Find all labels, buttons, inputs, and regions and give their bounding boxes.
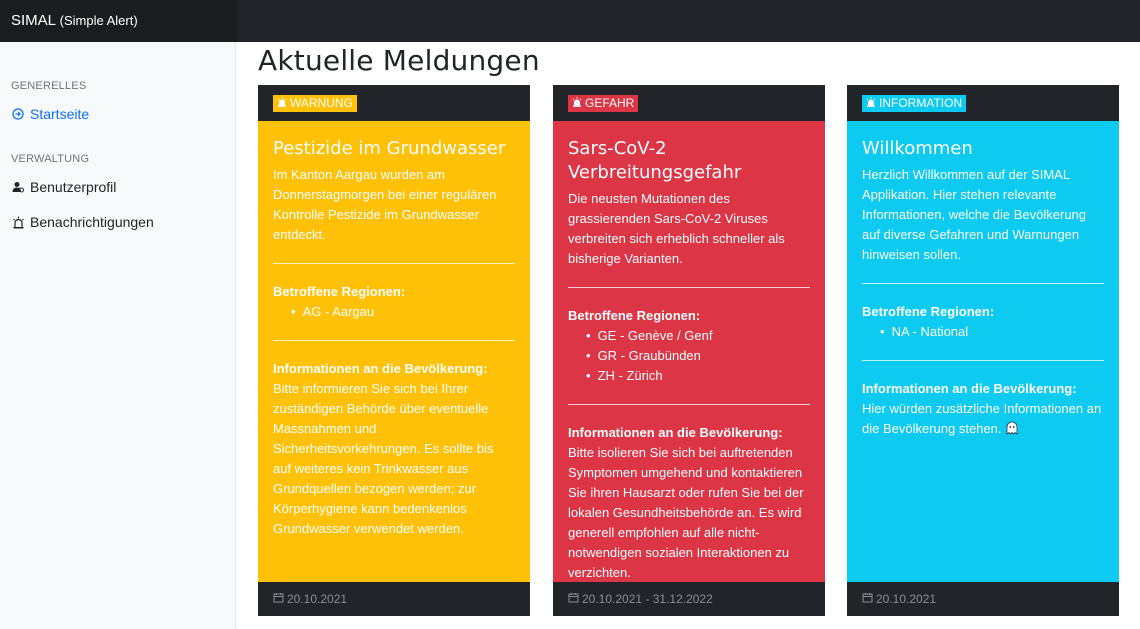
calendar-icon [568,582,579,616]
page-title: Aktuelle Meldungen [258,44,540,77]
divider [862,283,1104,284]
app-brand[interactable]: SIMAL (Simple Alert) [0,0,236,42]
card-date: 20.10.2021 [876,592,937,606]
calendar-icon [273,582,284,616]
brand-name: SIMAL [11,12,56,29]
badge-label: INFORMATION [879,96,963,110]
status-badge-information: INFORMATION [862,95,967,112]
divider [273,263,515,264]
alarm-light-icon [866,95,876,112]
sidebar-heading-verwaltung: VERWALTUNG [11,153,90,165]
sidebar-item-startseite[interactable]: Startseite [11,106,89,122]
divider [862,360,1104,361]
divider [568,287,810,288]
alert-card-information[interactable]: INFORMATION Willkommen Herzlich Willkomm… [847,85,1119,616]
card-date: 20.10.2021 - 31.12.2022 [582,592,713,606]
card-header: WARNUNG [258,85,530,121]
info-text: Hier würden zusätzliche Informationen an… [862,401,1102,436]
alarm-light-icon [572,95,582,112]
region-item: GR - Graubünden [586,346,810,366]
info-text-wrapper: Hier würden zusätzliche Informationen an… [862,399,1104,441]
info-text: Bitte isolieren Sie sich bei auftretende… [568,445,804,580]
card-text: Herzlich Willkommen auf der SIMAL Applik… [862,167,1087,262]
alarm-light-icon [11,215,25,229]
sidebar: GENERELLES Startseite VERWALTUNG Benutze… [0,42,236,629]
brand-subtitle: (Simple Alert) [59,13,138,28]
user-gear-icon [11,180,25,194]
status-badge-gefahr: GEFAHR [568,95,639,112]
divider [568,404,810,405]
badge-label: GEFAHR [585,96,635,110]
status-badge-warnung: WARNUNG [273,95,357,112]
alarm-light-icon [277,95,287,112]
info-label: Informationen an die Bevölkerung: [862,381,1077,396]
card-header: GEFAHR [553,85,825,121]
top-navbar: SIMAL (Simple Alert) [0,0,1140,42]
calendar-icon [862,582,873,616]
region-item: ZH - Zürich [586,366,810,386]
regions-list: NA - National [862,322,1104,342]
badge-label: WARNUNG [290,96,353,110]
card-title: Pestizide im Grundwasser [273,138,506,159]
sign-in-icon [11,107,25,121]
info-text: Bitte informieren Sie sich bei Ihrer zus… [273,381,494,536]
regions-label: Betroffene Regionen: [273,284,406,299]
card-footer: 20.10.2021 - 31.12.2022 [553,582,825,616]
sidebar-heading-generelles: GENERELLES [11,80,87,92]
region-item: NA - National [880,322,1104,342]
sidebar-item-benutzerprofil[interactable]: Benutzerprofil [11,179,116,195]
card-text: Die neusten Mutationen des grassierenden… [568,191,785,266]
card-footer: 20.10.2021 [847,582,1119,616]
card-header: INFORMATION [847,85,1119,121]
card-date: 20.10.2021 [287,592,348,606]
card-body: Sars-CoV-2 Verbreitungsgefahr Die neuste… [553,121,825,582]
card-text: Im Kanton Aargau wurden am Donnerstagmor… [273,167,497,242]
info-label: Informationen an die Bevölkerung: [568,425,783,440]
sidebar-item-label: Benutzerprofil [30,179,117,195]
regions-list: GE - Genève / Genf GR - Graubünden ZH - … [568,326,810,386]
region-item: AG - Aargau [291,302,515,322]
info-label: Informationen an die Bevölkerung: [273,361,488,376]
card-footer: 20.10.2021 [258,582,530,616]
alert-card-warnung[interactable]: WARNUNG Pestizide im Grundwasser Im Kant… [258,85,530,616]
regions-list: AG - Aargau [273,302,515,322]
card-title: Willkommen [862,138,973,159]
sidebar-item-label: Startseite [30,106,90,122]
sidebar-item-benachrichtigungen[interactable]: Benachrichtigungen [11,214,154,230]
sidebar-item-label: Benachrichtigungen [30,214,154,230]
card-body: Pestizide im Grundwasser Im Kanton Aarga… [258,121,530,582]
region-item: GE - Genève / Genf [586,326,810,346]
regions-label: Betroffene Regionen: [568,308,701,323]
divider [273,340,515,341]
alert-card-gefahr[interactable]: GEFAHR Sars-CoV-2 Verbreitungsgefahr Die… [553,85,825,616]
regions-label: Betroffene Regionen: [862,304,995,319]
card-body: Willkommen Herzlich Willkommen auf der S… [847,121,1119,582]
ghost-emoji-icon [1005,421,1019,441]
card-title: Sars-CoV-2 Verbreitungsgefahr [568,138,742,183]
